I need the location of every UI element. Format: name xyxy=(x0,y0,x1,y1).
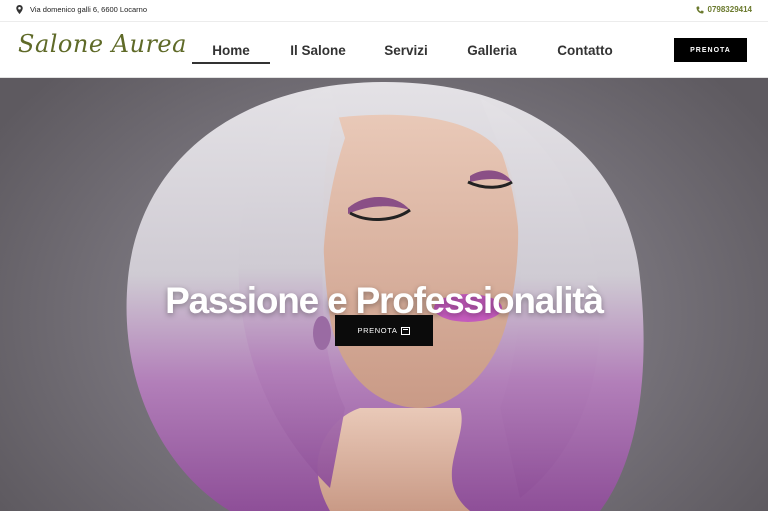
address-text: Via domenico galli 6, 6600 Locarno xyxy=(30,5,148,14)
hero-book-label: PRENOTA xyxy=(357,326,398,335)
nav-il-salone[interactable]: Il Salone xyxy=(270,22,366,78)
calendar-icon xyxy=(401,326,411,335)
address: Via domenico galli 6, 6600 Locarno xyxy=(16,5,147,14)
nav-galleria[interactable]: Galleria xyxy=(446,22,538,78)
nav-home[interactable]: Home xyxy=(192,22,270,78)
hero-book-button[interactable]: PRENOTA xyxy=(335,315,433,346)
hero-section: Passione e Professionalità PRENOTA xyxy=(0,78,768,511)
nav-servizi[interactable]: Servizi xyxy=(366,22,446,78)
main-nav: Home Il Salone Servizi Galleria Contatto xyxy=(192,22,632,78)
logo[interactable]: Salone Aurea xyxy=(18,30,187,58)
main-navbar: Salone Aurea Home Il Salone Servizi Gall… xyxy=(0,22,768,78)
top-info-bar: Via domenico galli 6, 6600 Locarno 07983… xyxy=(0,0,768,22)
nav-contatto[interactable]: Contatto xyxy=(538,22,632,78)
book-button[interactable]: PRENOTA xyxy=(674,38,747,62)
phone-icon xyxy=(696,6,703,13)
phone-link[interactable]: 0798329414 xyxy=(696,5,753,14)
phone-number[interactable]: 0798329414 xyxy=(708,5,753,14)
map-pin-icon xyxy=(16,5,23,14)
